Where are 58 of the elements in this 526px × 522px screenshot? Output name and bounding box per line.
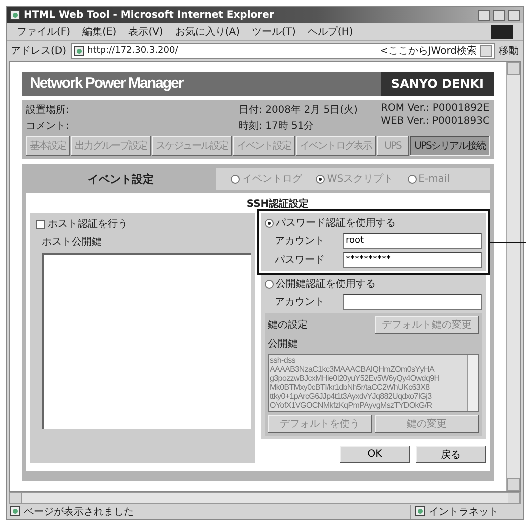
go-button[interactable]: 移動 [499,44,519,58]
radio-button[interactable] [231,174,240,184]
dropdown-button[interactable] [480,45,492,57]
info-text: 日付: 2008年 2月 5日(火) [239,104,359,117]
radio-button[interactable] [265,280,274,288]
dialog-button[interactable]: OK [340,446,410,463]
radio-label: WSスクリプト [327,172,394,186]
page-icon [10,506,21,517]
field-label: パスワード [275,254,326,267]
radio-button[interactable] [408,174,417,184]
vendor-logo: SANYO DENKI [381,72,494,96]
field-label: アカウント [275,296,326,309]
radio-button[interactable] [265,218,274,228]
checkbox-label: ホスト認証を行う [48,218,128,231]
info-text: コメント: [26,120,70,133]
window-title: HTML Web Tool - Microsoft Internet Explorer [24,10,276,20]
radio-label: E-mail [418,174,450,184]
menu-item[interactable]: 編集(E) [82,24,117,38]
field-label: アカウント [275,235,326,248]
status-text: ページが表示されました [24,506,135,518]
radio-label: パスワード認証を使用する [276,216,396,230]
info-text: ROM Ver.: P0001892E [381,103,490,114]
info-text: 設置場所: [26,104,70,117]
close-button[interactable] [508,10,520,20]
zone-text: イントラネット [429,506,499,518]
brand-title: Network Power Manager [29,74,185,94]
page-icon [10,10,21,20]
host-key-field[interactable] [42,253,251,429]
group-label: 鍵の設定 [268,318,308,332]
input-field[interactable]: root [343,233,482,249]
page-icon [74,46,85,56]
address-label: アドレス(D) [11,45,67,58]
field-label: 公開鍵 [268,338,299,351]
section-title: イベント設定 [87,172,155,186]
input-field[interactable]: ********** [343,252,482,268]
menu-item[interactable]: ファイル(F) [17,24,71,38]
radio-button[interactable] [316,174,326,184]
minimize-button[interactable] [478,10,490,20]
dialog-button[interactable]: 戻る [416,446,486,463]
field-label: ホスト公開鍵 [41,236,103,249]
tab[interactable]: UPSシリアル接続 [410,136,490,156]
maximize-button[interactable] [493,10,505,20]
network-icon [415,506,426,517]
panel-title: SSH認証設定 [246,197,310,211]
info-text: 時刻: 17時 51分 [239,120,316,133]
horizontal-scrollbar[interactable] [9,492,521,504]
menu-item[interactable]: ツール(T) [252,24,296,38]
checkbox[interactable] [36,220,45,228]
radio-label: 公開鍵認証を使用する [276,278,376,291]
leader-line [490,242,526,243]
vertical-scrollbar[interactable] [506,62,520,491]
menu-item[interactable]: 表示(V) [128,24,164,38]
menu-item[interactable]: ヘルプ(H) [308,24,354,38]
info-text: WEB Ver.: P0001893C [381,116,490,127]
address-field[interactable]: http://172.30.3.200/ <ここからJWord検索 [70,43,495,59]
input-field[interactable] [343,294,482,310]
menu-item[interactable]: お気に入り(A) [175,24,240,38]
radio-label: イベントログ [242,173,302,186]
